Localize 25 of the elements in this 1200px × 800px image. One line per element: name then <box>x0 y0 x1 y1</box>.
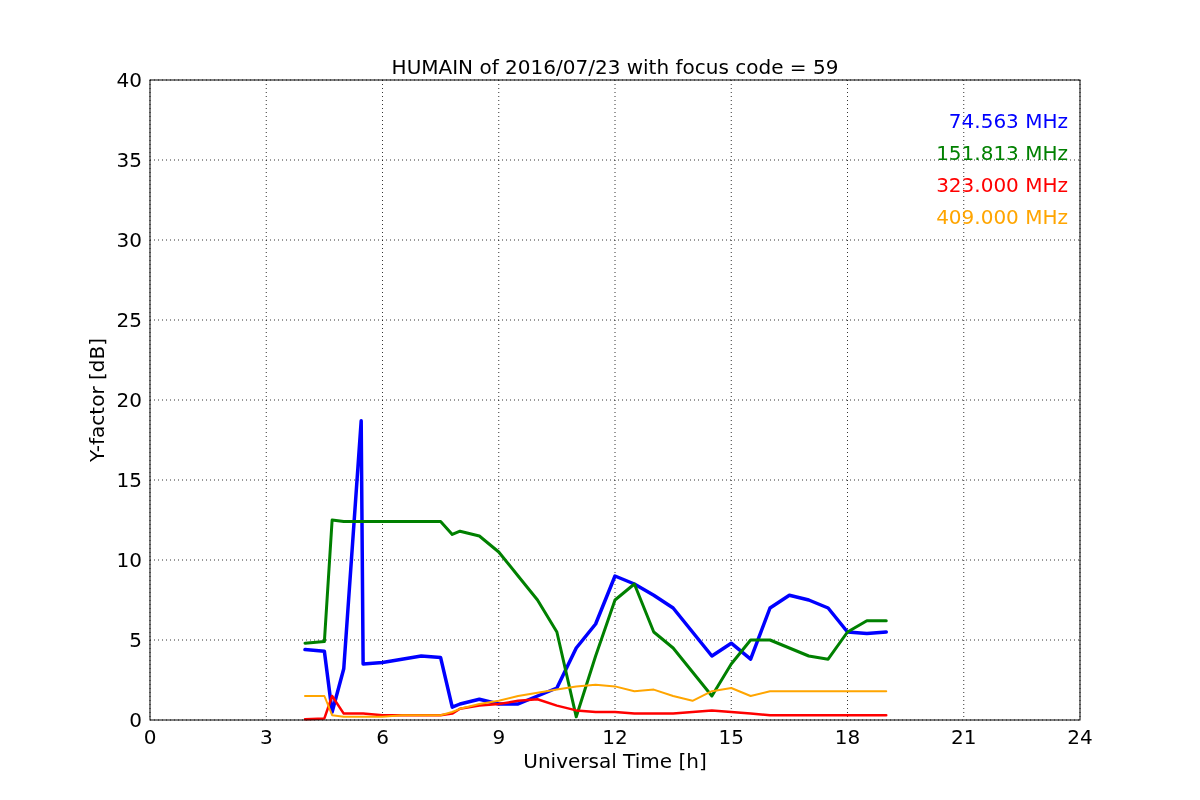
chart-title: HUMAIN of 2016/07/23 with focus code = 59 <box>391 55 839 79</box>
x-tick-label: 9 <box>492 725 506 749</box>
x-tick-label: 6 <box>376 725 389 749</box>
y-tick-label: 0 <box>129 708 142 732</box>
legend-label: 323.000 MHz <box>936 173 1068 197</box>
y-tick-label: 25 <box>116 308 142 332</box>
y-axis-label: Y-factor [dB] <box>85 338 109 462</box>
y-tick-label: 20 <box>116 388 142 412</box>
x-axis-label: Universal Time [h] <box>523 749 707 773</box>
y-tick-label: 5 <box>129 628 142 652</box>
legend-label: 409.000 MHz <box>936 205 1068 229</box>
x-tick-label: 3 <box>259 725 273 749</box>
y-tick-label: 30 <box>116 228 142 252</box>
x-tick-label: 21 <box>951 725 977 749</box>
y-tick-label: 15 <box>116 468 142 492</box>
x-tick-label: 15 <box>718 725 744 749</box>
legend-label: 74.563 MHz <box>948 109 1068 133</box>
legend-label: 151.813 MHz <box>936 141 1068 165</box>
x-tick-label: 18 <box>834 725 861 749</box>
y-tick-label: 35 <box>116 148 142 172</box>
x-tick-label: 0 <box>143 725 157 749</box>
x-tick-label: 12 <box>602 725 628 749</box>
x-tick-label: 24 <box>1067 725 1093 749</box>
y-tick-label: 10 <box>116 548 142 572</box>
y-tick-label: 40 <box>116 68 142 92</box>
